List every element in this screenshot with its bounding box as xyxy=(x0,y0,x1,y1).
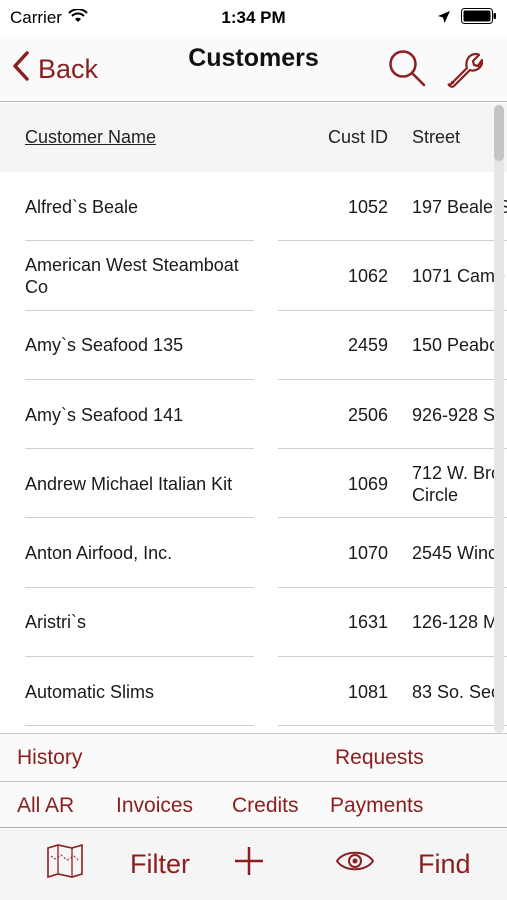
search-icon[interactable] xyxy=(387,48,427,88)
table-row[interactable]: Alfred`s Beale 1052 197 Beale S xyxy=(0,172,507,242)
table-row[interactable]: Automatic Slims 1081 83 So. Sec xyxy=(0,657,507,727)
secondary-tab-bar: History Requests xyxy=(0,733,507,781)
table-header: Customer Name Cust ID Street xyxy=(0,103,507,172)
nav-actions xyxy=(387,48,484,88)
table-row[interactable]: Amy`s Seafood 141 2506 926-928 S xyxy=(0,380,507,450)
column-header-street[interactable]: Street xyxy=(412,127,460,148)
cell-street: 126-128 M xyxy=(412,612,499,633)
cell-customer-name: Automatic Slims xyxy=(25,681,155,702)
filter-button[interactable]: Filter xyxy=(130,829,190,900)
cell-street: 197 Beale S xyxy=(412,196,507,217)
customer-table: Customer Name Cust ID Street Alfred`s Be… xyxy=(0,103,507,733)
cell-cust-id: 1052 xyxy=(347,196,388,217)
find-button[interactable]: Find xyxy=(418,829,471,900)
tab-requests[interactable]: Requests xyxy=(335,746,424,770)
cell-customer-name: Andrew Michael Italian Kit xyxy=(25,473,233,494)
cell-customer-name: Amy`s Seafood 135 xyxy=(25,335,184,356)
status-right xyxy=(437,8,497,29)
table-row[interactable]: Andrew Michael Italian Kit 1069 712 W. B… xyxy=(0,449,507,519)
cell-street: 1071 Came xyxy=(412,265,506,286)
cell-cust-id: 1062 xyxy=(347,265,388,286)
cell-customer-name: Aristri`s xyxy=(25,612,86,633)
scrollbar-thumb[interactable] xyxy=(494,105,504,161)
cell-customer-name: American West Steamboat Co xyxy=(25,254,239,297)
cell-cust-id: 2506 xyxy=(347,404,388,425)
bottom-toolbar: Filter Find xyxy=(0,829,507,900)
map-button[interactable] xyxy=(46,829,84,900)
add-button[interactable] xyxy=(233,829,265,900)
cell-cust-id: 1081 xyxy=(347,681,388,702)
table-row[interactable]: American West Steamboat Co 1062 1071 Cam… xyxy=(0,241,507,311)
table-rows: Alfred`s Beale 1052 197 Beale S American… xyxy=(0,172,507,727)
cell-customer-name: Amy`s Seafood 141 xyxy=(25,404,184,425)
plus-icon xyxy=(233,845,265,884)
navigation-bar: Back Customers xyxy=(0,36,507,102)
column-header-cust-id[interactable]: Cust ID xyxy=(322,127,388,148)
cell-street: 2545 Winc xyxy=(412,543,498,564)
cell-cust-id: 1631 xyxy=(347,612,388,633)
cell-street: 926-928 S xyxy=(412,404,496,425)
status-bar: Carrier 1:34 PM xyxy=(0,0,507,36)
tab-invoices[interactable]: Invoices xyxy=(116,794,193,818)
tab-history[interactable]: History xyxy=(17,746,82,770)
table-row[interactable]: Aristri`s 1631 126-128 M xyxy=(0,588,507,658)
cell-cust-id: 1070 xyxy=(347,543,388,564)
cell-customer-name: Anton Airfood, Inc. xyxy=(25,543,173,564)
cell-cust-id: 2459 xyxy=(347,335,388,356)
table-row[interactable]: Amy`s Seafood 135 2459 150 Peabo xyxy=(0,311,507,380)
row-divider xyxy=(25,725,254,727)
cell-cust-id: 1069 xyxy=(347,473,388,494)
tab-credits[interactable]: Credits xyxy=(232,794,299,818)
primary-tab-bar: All AR Invoices Credits Payments xyxy=(0,781,507,828)
cell-street: 150 Peabo xyxy=(412,335,500,356)
location-arrow-icon xyxy=(437,9,451,29)
map-icon xyxy=(46,843,84,885)
tab-all-ar[interactable]: All AR xyxy=(17,794,74,818)
view-button[interactable] xyxy=(335,829,375,900)
cell-customer-name: Alfred`s Beale xyxy=(25,196,139,217)
row-divider xyxy=(278,725,507,727)
cell-street: 83 So. Sec xyxy=(412,681,501,702)
vertical-scrollbar[interactable] xyxy=(494,105,504,733)
status-time: 1:34 PM xyxy=(221,8,286,27)
eye-icon xyxy=(335,849,375,880)
tab-payments[interactable]: Payments xyxy=(330,794,423,818)
column-header-customer-name[interactable]: Customer Name xyxy=(25,127,156,148)
cell-street: 712 W. Bro Circle xyxy=(412,462,502,505)
table-row[interactable]: Anton Airfood, Inc. 1070 2545 Winc xyxy=(0,518,507,588)
battery-icon xyxy=(461,8,497,29)
wrench-icon[interactable] xyxy=(443,48,484,88)
